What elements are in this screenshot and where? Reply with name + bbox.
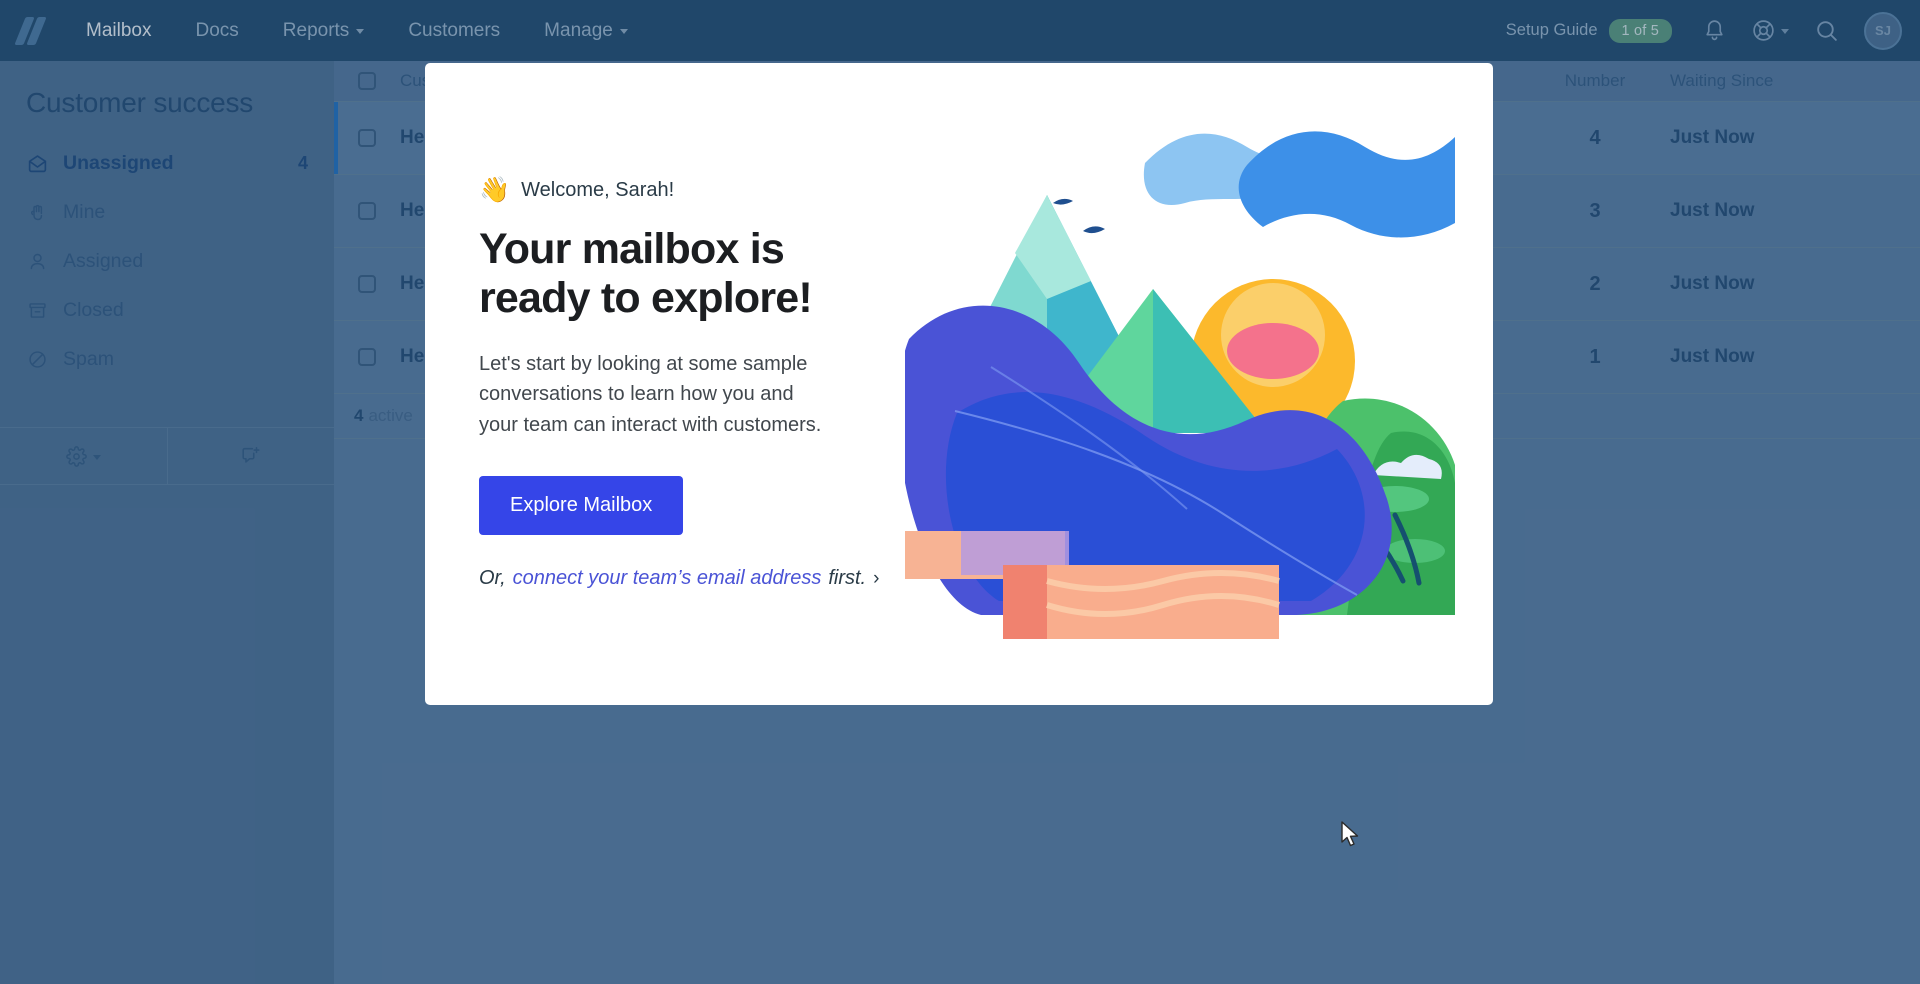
connect-email-link[interactable]: connect your team’s email address <box>513 567 822 590</box>
modal-body-text: Let's start by looking at some sample co… <box>479 353 822 436</box>
welcome-modal: 👋 Welcome, Sarah! Your mailbox is ready … <box>425 63 1493 705</box>
alternate-action: Or, connect your team’s email address fi… <box>479 567 905 590</box>
modal-content: 👋 Welcome, Sarah! Your mailbox is ready … <box>425 63 905 705</box>
modal-illustration <box>905 63 1493 705</box>
chevron-right-icon: › <box>873 567 880 589</box>
explore-mailbox-button[interactable]: Explore Mailbox <box>479 476 684 536</box>
modal-heading-line-1: Your mailbox is <box>479 225 785 273</box>
waving-hand-icon: 👋 <box>479 176 511 204</box>
modal-heading: Your mailbox is ready to explore! <box>479 225 859 323</box>
alt-suffix: first. <box>828 567 867 590</box>
welcome-text: Welcome, Sarah! <box>521 179 675 201</box>
welcome-greeting: 👋 Welcome, Sarah! <box>479 178 905 203</box>
mountain-sunrise-illustration <box>905 131 1455 639</box>
modal-heading-line-2: ready to explore! <box>479 274 813 323</box>
alt-prefix: Or, <box>479 567 506 590</box>
app-root: Mailbox Docs Reports Customers Manage Se… <box>0 0 1920 984</box>
